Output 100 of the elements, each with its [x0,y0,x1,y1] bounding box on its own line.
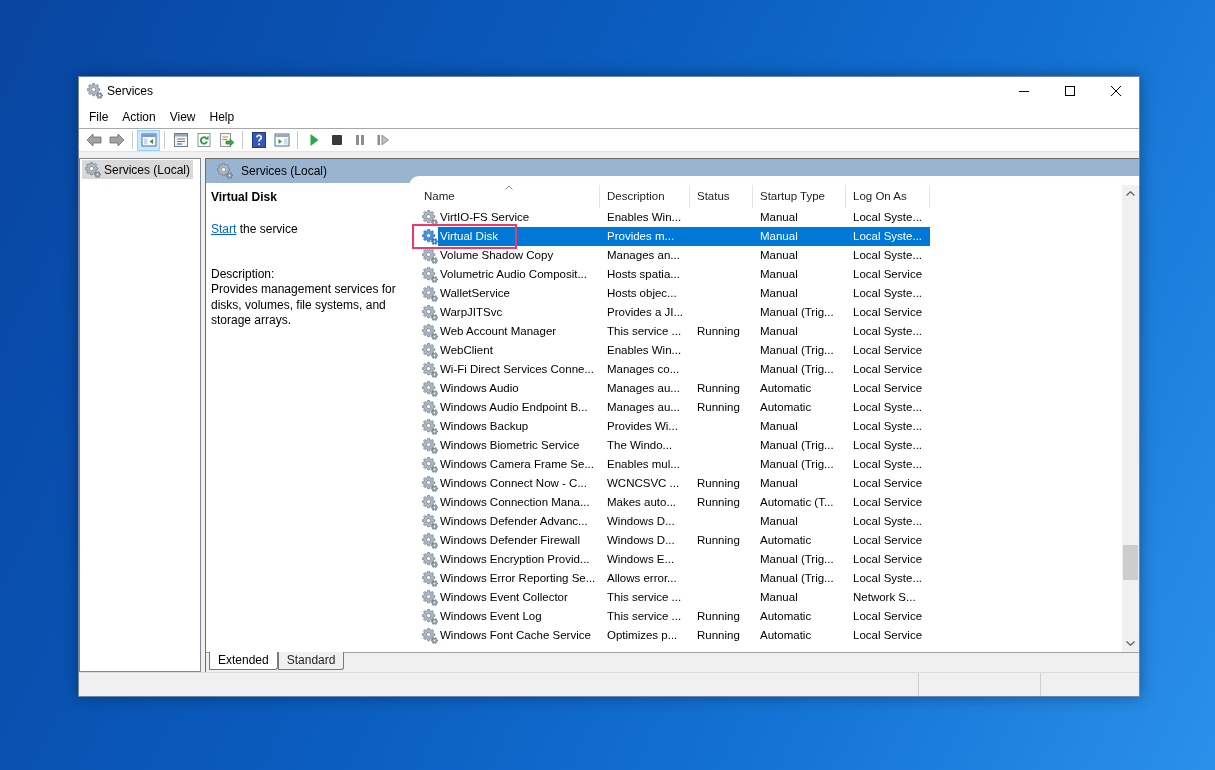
menu-item[interactable]: View [162,106,203,127]
table-cell-text: Makes auto... [606,495,678,510]
table-cell-text: Running [696,400,741,415]
service-name: Volume Shadow Copy [439,248,555,263]
column-header[interactable]: Startup Type [753,185,846,208]
table-cell-text: Local Syste... [852,248,924,263]
table-cell-text: Local Service [852,305,924,320]
table-cell-text: Manual [759,210,799,225]
table-cell-text: Automatic [759,609,813,624]
service-name: WalletService [439,286,511,301]
table-row[interactable]: Windows Event Log This service ... Running Automatic Local Service [438,607,930,626]
window-panel-icon [140,132,157,148]
table-row[interactable]: WalletService Hosts objec... Manual Local Syste... [438,284,930,303]
table-row[interactable]: Windows Event Collector This service ... Manual Network S... [438,588,930,607]
gear-icon [85,161,101,178]
service-name: Windows Error Reporting Se... [439,571,597,586]
table-row[interactable]: Windows Camera Frame Se... Enables mul... Manual (Trig... Local Syste... [438,455,930,474]
service-name: Windows Defender Advanc... [439,514,589,529]
table-cell-text: Manual (Trig... [759,571,835,586]
menu-item[interactable]: File [82,106,116,127]
table-cell-text: Automatic [759,533,813,548]
service-name: Windows Audio Endpoint B... [439,400,589,415]
table-row[interactable]: Windows Encryption Provid... Windows E... Manual (Trig... Local Service [438,550,930,569]
window-play-icon [273,132,290,148]
gear-icon [422,361,438,378]
table-row[interactable]: Windows Defender Firewall Windows D... Running Automatic Local Service [438,531,930,550]
table-cell-text: This service ... [606,324,683,339]
service-name: Windows Connect Now - C... [439,476,588,491]
scrollbar[interactable] [1122,185,1139,652]
table-cell-text: Manual (Trig... [759,552,835,567]
view-tab[interactable]: Standard [277,652,345,670]
gear-icon [422,532,438,549]
console-tree-button[interactable] [137,129,160,151]
table-cell-text: Provides Wi... [606,419,679,434]
table-row[interactable]: WebClient Enables Win... Manual (Trig... Local Service [438,341,930,360]
table-cell-text: Manual [759,590,799,605]
table-cell-text: Manual [759,286,799,301]
table-row[interactable]: WarpJITSvc Provides a JI... Manual (Trig... Local Service [438,303,930,322]
start-link[interactable]: Start [211,222,237,236]
tree-item[interactable]: Services (Local) [82,160,194,179]
scrollbar-thumb[interactable] [1123,545,1138,580]
gear-icon [422,380,438,397]
table-cell-text: Manual [759,476,799,491]
sort-caret-icon [504,185,513,190]
gear-icon [422,494,438,511]
menu-item[interactable]: Help [202,106,242,127]
table-row[interactable]: Windows Connection Mana... Makes auto... Running Automatic (T... Local Service [438,493,930,512]
table-row[interactable]: Windows Connect Now - C... WCNCSVC ... Running Manual Local Service [438,474,930,493]
table-row[interactable]: Volume Shadow Copy Manages an... Manual Local Syste... [438,246,930,265]
column-header[interactable]: Status [690,185,753,208]
table-cell-text: Manual [759,267,799,282]
gear-icon [422,608,438,625]
table-row[interactable]: Windows Error Reporting Se... Allows error... Manual (Trig... Local Syste... [438,569,930,588]
service-name: Windows Audio [439,381,520,396]
table-cell-text: Automatic [759,628,813,643]
chevron-down-icon [1126,641,1135,646]
window-title: Services [107,83,153,99]
table-cell-text: Enables Win... [606,343,683,358]
service-name: WarpJITSvc [439,305,504,320]
menu-item[interactable]: Action [115,106,163,127]
gear-icon [422,456,438,473]
action-text: Start the service [211,222,299,237]
service-name: Wi-Fi Direct Services Conne... [439,362,595,377]
gear-icon [422,228,438,245]
table-cell-text: WCNCSVC ... [606,476,681,491]
table-row[interactable]: Windows Defender Advanc... Windows D... Manual Local Syste... [438,512,930,531]
table-row[interactable]: Windows Backup Provides Wi... Manual Local Syste... [438,417,930,436]
table-cell-text: Automatic [759,400,813,415]
table-cell-text: Local Syste... [852,324,924,339]
table-cell-text: Local Service [852,552,924,567]
service-name: Windows Font Cache Service [439,628,592,643]
table-cell-text: Manages an... [606,248,681,263]
table-cell-text: Manages co... [606,362,681,377]
service-name: VirtIO-FS Service [439,210,531,225]
table-row[interactable]: Virtual Disk Provides m... Manual Local Syste... [438,227,930,246]
table-cell-text: Local Syste... [852,210,924,225]
table-cell-text: Manual (Trig... [759,457,835,472]
service-name: Web Account Manager [439,324,558,339]
table-row[interactable]: Web Account Manager This service ... Running Manual Local Syste... [438,322,930,341]
arrow-left-icon [85,132,102,148]
table-cell-text: The Windo... [606,438,674,453]
column-header[interactable]: Log On As [846,185,930,208]
table-row[interactable]: Windows Font Cache Service Optimizes p... Running Automatic Local Service [438,626,930,645]
table-row[interactable]: VirtIO-FS Service Enables Win... Manual Local Syste... [438,208,930,227]
column-header[interactable]: Name [418,185,600,208]
table-row[interactable]: Windows Biometric Service The Windo... Manual (Trig... Local Syste... [438,436,930,455]
table-cell-text: Manual [759,419,799,434]
column-header[interactable]: Description [600,185,690,208]
service-name: Windows Connection Mana... [439,495,591,510]
gear-icon [422,475,438,492]
table-row[interactable]: Windows Audio Endpoint B... Manages au... Running Automatic Local Syste... [438,398,930,417]
gear-icon [422,323,438,340]
help-icon [250,132,267,148]
view-tab[interactable]: Extended [209,652,278,670]
table-row[interactable]: Wi-Fi Direct Services Conne... Manages co... Manual (Trig... Local Service [438,360,930,379]
table-row[interactable]: Volumetric Audio Composit... Hosts spatia... Manual Local Service [438,265,930,284]
table-row[interactable]: Windows Audio Manages au... Running Automatic Local Service [438,379,930,398]
table-cell-text: Hosts objec... [606,286,678,301]
service-title: Virtual Disk [211,190,278,205]
gear-icon [422,551,438,568]
